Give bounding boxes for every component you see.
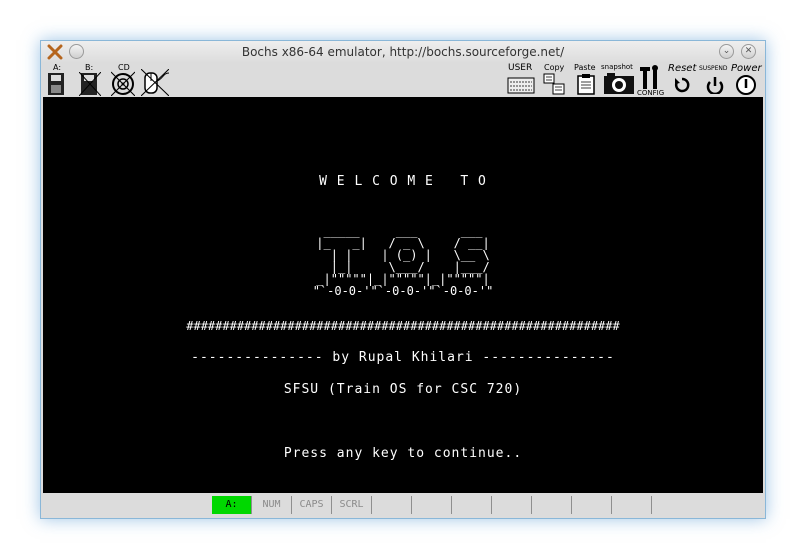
config-label: CONFIG [637,89,665,97]
window-title: Bochs x86-64 emulator, http://bochs.sour… [241,45,565,59]
status-cell [612,496,652,514]
status-floppy-a: A: [212,496,252,514]
separator-line: ########################################… [186,319,620,333]
floppy-b-label: B: [85,63,94,72]
floppy-a-button[interactable]: A: [45,63,67,96]
floppy-disabled-icon [79,72,101,96]
close-icon: ✕ [744,46,753,56]
toolbar: A: B: CD USER Copy Paste snapshot CONFIG… [41,63,765,97]
config-button[interactable]: CONFIG [637,63,665,97]
paste-icon [577,74,595,95]
status-num: NUM [252,496,292,514]
suspend-label: SUSPEND [699,65,728,72]
title-bar: Bochs x86-64 emulator, http://bochs.sour… [41,41,765,63]
user-button[interactable]: USER [505,63,537,96]
press-key-prompt: Press any key to continue.. [283,446,523,461]
author-byline: --------------- by Rupal Khilari -------… [191,350,615,365]
reset-icon [675,77,690,93]
tools-icon [640,65,658,89]
emulator-screen[interactable]: W E L C O M E T O _____ ___ ___ |_ _| / … [43,97,763,493]
user-label: USER [508,63,533,73]
cdrom-button[interactable]: CD [109,63,137,96]
floppy-b-button[interactable]: B: [77,63,103,96]
reset-button[interactable]: Reset [667,63,699,96]
bochs-window: Bochs x86-64 emulator, http://bochs.sour… [40,40,766,519]
snapshot-button[interactable]: snapshot [601,63,637,96]
status-cell [452,496,492,514]
chevron-down-icon: ⌄ [722,46,731,56]
copy-button[interactable]: Copy [541,63,567,96]
snapshot-label: snapshot [601,63,633,71]
status-bar: A: NUM CAPS SCRL [41,494,765,516]
copy-label: Copy [544,63,565,72]
power-label: Power [731,63,762,74]
power-icon [736,75,756,95]
status-caps: CAPS [292,496,332,514]
paste-label: Paste [574,63,596,72]
power-button[interactable]: Power [731,63,763,96]
floppy-icon [48,73,64,95]
minimize-button[interactable]: ⌄ [719,44,734,59]
status-cell [372,496,412,514]
close-button[interactable]: ✕ [741,44,756,59]
tos-ascii-logo: _____ ___ ___ |_ _| / _ \ / __| | | | (_… [312,224,494,298]
copy-icon [543,73,565,95]
floppy-a-label: A: [53,63,62,72]
reset-label: Reset [668,63,697,74]
status-cell [492,496,532,514]
mouse-disabled-icon [141,69,169,96]
welcome-text: W E L C O M E T O [319,174,487,189]
camera-icon [604,73,634,94]
suspend-button[interactable]: SUSPEND [699,63,731,96]
status-cell [412,496,452,514]
mouse-capture-button[interactable] [139,63,171,96]
suspend-icon [706,77,724,94]
status-cell [572,496,612,514]
paste-button[interactable]: Paste [573,63,599,96]
status-scrl: SCRL [332,496,372,514]
subtitle-text: SFSU (Train OS for CSC 720) [283,382,523,397]
status-cell [532,496,572,514]
cdrom-disabled-icon [111,71,135,96]
keyboard-icon [507,77,535,94]
